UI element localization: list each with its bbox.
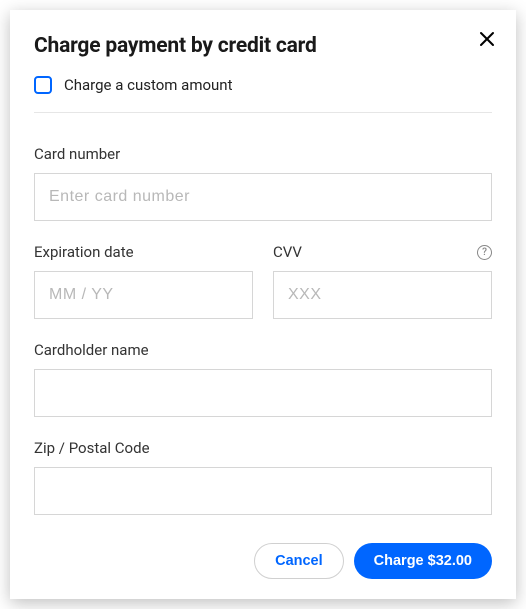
charge-payment-modal: Charge payment by credit card Charge a c… bbox=[10, 10, 516, 599]
close-icon[interactable] bbox=[478, 30, 496, 48]
card-number-input[interactable] bbox=[34, 173, 492, 221]
custom-amount-row: Charge a custom amount bbox=[34, 76, 492, 94]
custom-amount-label: Charge a custom amount bbox=[64, 76, 233, 94]
expiration-cvv-row: Expiration date CVV ? bbox=[34, 243, 492, 319]
charge-button[interactable]: Charge $32.00 bbox=[354, 543, 492, 579]
help-icon[interactable]: ? bbox=[477, 245, 492, 260]
custom-amount-checkbox[interactable] bbox=[34, 76, 52, 94]
zip-group: Zip / Postal Code bbox=[34, 439, 492, 515]
modal-footer: Cancel Charge $32.00 bbox=[34, 543, 492, 579]
card-number-group: Card number bbox=[34, 145, 492, 221]
cvv-input[interactable] bbox=[273, 271, 492, 319]
cardholder-label: Cardholder name bbox=[34, 341, 492, 359]
divider bbox=[34, 112, 492, 113]
cardholder-input[interactable] bbox=[34, 369, 492, 417]
expiration-input[interactable] bbox=[34, 271, 253, 319]
modal-title: Charge payment by credit card bbox=[34, 34, 317, 58]
expiration-label: Expiration date bbox=[34, 243, 134, 261]
modal-header: Charge payment by credit card bbox=[34, 34, 492, 58]
zip-input[interactable] bbox=[34, 467, 492, 515]
zip-label: Zip / Postal Code bbox=[34, 439, 492, 457]
card-number-label: Card number bbox=[34, 145, 492, 163]
cardholder-group: Cardholder name bbox=[34, 341, 492, 417]
cvv-label: CVV bbox=[273, 243, 302, 261]
expiration-group: Expiration date bbox=[34, 243, 253, 319]
cvv-group: CVV ? bbox=[273, 243, 492, 319]
cancel-button[interactable]: Cancel bbox=[254, 543, 344, 579]
